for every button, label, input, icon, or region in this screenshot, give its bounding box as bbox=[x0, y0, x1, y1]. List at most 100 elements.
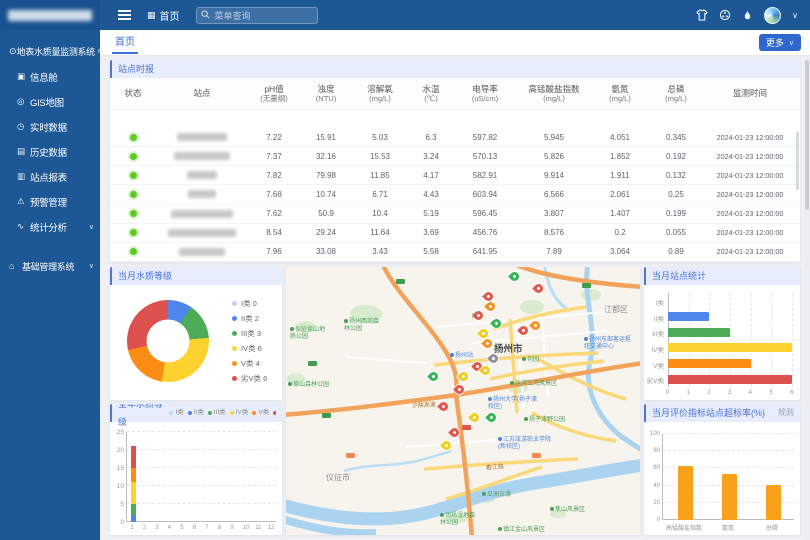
value-cell: 7.22 bbox=[248, 133, 300, 142]
chevron-down-icon[interactable]: ∨ bbox=[792, 11, 798, 20]
map-pin-red[interactable] bbox=[517, 324, 530, 337]
bar bbox=[766, 485, 781, 520]
map-pin-red[interactable] bbox=[472, 309, 485, 322]
legend-item: IV类 6 bbox=[232, 341, 267, 356]
map-label-text: 扬州西郊森林公园 bbox=[344, 319, 379, 332]
value-cell: 1.852 bbox=[592, 152, 648, 161]
value-cell: 3.24 bbox=[408, 152, 454, 161]
station-name-redacted bbox=[187, 171, 217, 179]
status-online-dot bbox=[130, 229, 137, 236]
map-pin-yellow[interactable] bbox=[468, 411, 481, 424]
value-cell: 2024-01-23 12:00:00 bbox=[704, 152, 796, 161]
sidebar-item-0[interactable]: ▣信息舱 bbox=[0, 64, 100, 89]
station-report-panel: 站点时报 状态站点pH值(无量纲)浊度(NTU)溶解氧(mg/L)水温(℃)电导… bbox=[110, 60, 800, 262]
map-pin-green[interactable] bbox=[485, 411, 498, 424]
table-scrollbar[interactable] bbox=[796, 132, 799, 190]
menu-toggle-icon[interactable] bbox=[118, 14, 131, 16]
column-header: 高锰酸盐指数(mg/L) bbox=[516, 84, 592, 104]
plot-area bbox=[668, 293, 792, 387]
sidebar-item-5[interactable]: ⚠预警管理 bbox=[0, 189, 100, 214]
map-pin-red[interactable] bbox=[532, 282, 545, 295]
map-pin-yellow[interactable] bbox=[440, 439, 453, 452]
search-input[interactable] bbox=[196, 7, 318, 24]
sidebar-section-water-monitor-system[interactable]: ⊙ 地表水质量监测系统 ∧ bbox=[0, 38, 100, 64]
status-online-dot bbox=[130, 134, 137, 141]
sidebar-item-label: GIS地图 bbox=[30, 95, 94, 109]
legend-marker bbox=[273, 411, 276, 415]
map-label-text: 扬州站 bbox=[455, 353, 473, 359]
sidebar-item-6[interactable]: ∿统计分析∨ bbox=[0, 214, 100, 239]
park-icon bbox=[344, 319, 348, 323]
map-pin-orange[interactable] bbox=[481, 337, 494, 350]
value-cell: 6.566 bbox=[516, 190, 592, 199]
map-label-text: 何园 bbox=[527, 357, 539, 363]
value-cell: 6.71 bbox=[352, 190, 408, 199]
map-label-text: 焦山风景区 bbox=[555, 507, 585, 513]
value-cell: 2.061 bbox=[592, 190, 648, 199]
donut-legend: I类 0II类 2III类 3IV类 6V类 4劣V类 6 bbox=[232, 296, 267, 386]
chevron-down-icon: ∨ bbox=[89, 262, 94, 270]
map-pin-green[interactable] bbox=[427, 370, 440, 383]
map-pin-yellow[interactable] bbox=[457, 370, 470, 383]
top-navbar: ▦ 首页 ∨ bbox=[100, 0, 810, 30]
more-button[interactable]: 更多 ∨ bbox=[759, 34, 801, 51]
breadcrumb-home[interactable]: 首页 bbox=[160, 8, 180, 23]
map-pin-green[interactable] bbox=[490, 317, 503, 330]
x-tick-label: 3 bbox=[728, 390, 731, 396]
x-tick-label: 5 bbox=[180, 525, 183, 531]
legend-item: 劣V类 6 bbox=[232, 371, 267, 386]
sidebar-item-3[interactable]: ▤历史数据 bbox=[0, 139, 100, 164]
map-pin-red[interactable] bbox=[453, 383, 466, 396]
panel-title: 当月水质等级 bbox=[118, 267, 172, 285]
column-header: 电导率(uS/cm) bbox=[454, 84, 516, 104]
value-cell: 582.91 bbox=[454, 171, 516, 180]
notification-flame-icon[interactable] bbox=[742, 9, 753, 21]
map-pin-red[interactable] bbox=[437, 400, 450, 413]
value-cell: 0.345 bbox=[648, 133, 704, 142]
status-online-dot bbox=[130, 153, 137, 160]
map-pin-orange[interactable] bbox=[529, 319, 542, 332]
breadcrumb[interactable]: ▦ 首页 bbox=[147, 8, 180, 23]
station-map[interactable]: 扬州市江都区仪征市沪陕高速春江路扬州西郊森林公园仪征捺山地质公园捺山森林公园运河… bbox=[286, 267, 640, 535]
map-pin-orange[interactable] bbox=[484, 300, 497, 313]
rules-link[interactable]: 规则 bbox=[778, 404, 794, 422]
value-cell: 2024-01-23 12:00:00 bbox=[704, 228, 796, 237]
layout-dots-icon[interactable] bbox=[719, 9, 731, 21]
tab-home[interactable]: 首页 bbox=[112, 32, 138, 54]
page-scrollbar[interactable] bbox=[804, 56, 810, 540]
column-unit: (℃) bbox=[424, 94, 437, 103]
stacked-bar-chart: 1234567891011120510152025 bbox=[110, 422, 282, 535]
park-icon bbox=[290, 327, 294, 331]
x-tick-label: 4 bbox=[749, 390, 752, 396]
legend-marker bbox=[230, 411, 234, 415]
y-tick-label: 10 bbox=[117, 483, 124, 490]
y-tick-label: 60 bbox=[653, 465, 660, 471]
value-cell: 456.76 bbox=[454, 228, 516, 237]
theme-shirt-icon[interactable] bbox=[696, 9, 708, 21]
avatar[interactable] bbox=[764, 7, 781, 24]
value-cell: 3.064 bbox=[592, 247, 648, 256]
more-label: 更多 bbox=[766, 36, 784, 49]
bar-chart: 020406080100高锰酸盐指数氨氮总磷 bbox=[644, 422, 800, 535]
logo-image-redacted bbox=[8, 10, 92, 21]
park-icon bbox=[522, 357, 526, 361]
sidebar-item-1[interactable]: ◎GIS地图 bbox=[0, 89, 100, 114]
map-label-text: 春江路 bbox=[486, 464, 504, 471]
value-cell: 15.91 bbox=[300, 133, 352, 142]
map-pin-red[interactable] bbox=[448, 426, 461, 439]
column-header: 总磷(mg/L) bbox=[648, 84, 704, 104]
table-row: 8.5429.2411.643.69456.768.5760.20.055202… bbox=[110, 224, 800, 243]
value-cell: 0.2 bbox=[592, 228, 648, 237]
sidebar-item-icon: ◎ bbox=[17, 96, 30, 107]
sidebar-item-icon: ▥ bbox=[17, 171, 30, 182]
status-cell bbox=[110, 134, 156, 141]
sidebar-item-4[interactable]: ▥站点报表 bbox=[0, 164, 100, 189]
value-cell: 641.95 bbox=[454, 247, 516, 256]
map-pin-green[interactable] bbox=[508, 270, 521, 283]
page-scrollbar-thumb[interactable] bbox=[805, 60, 809, 210]
sidebar-item-2[interactable]: ◷实时数据 bbox=[0, 114, 100, 139]
sidebar-section-base-system[interactable]: ⌂ 基础管理系统 ∨ bbox=[0, 253, 100, 279]
table-row: 7.6250.910.45.19596.453.8071.4070.199202… bbox=[110, 205, 800, 224]
sidebar-item-label: 历史数据 bbox=[30, 145, 94, 159]
column-header: 溶解氧(mg/L) bbox=[352, 84, 408, 104]
